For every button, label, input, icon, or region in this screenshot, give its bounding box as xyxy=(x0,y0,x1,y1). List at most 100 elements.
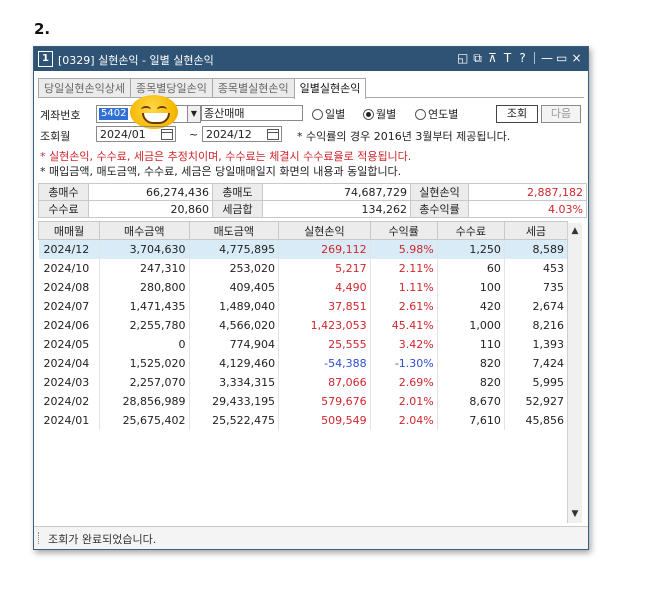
date-range-tilde: ~ xyxy=(189,128,199,141)
table-cell-tax: 2,674 xyxy=(504,297,569,316)
table-header-row: 매매월 매수금액 매도금액 실현손익 수익률 수수료 세금 xyxy=(37,221,569,240)
table-cell-fee: 820 xyxy=(437,373,505,392)
table-cell-buy: 0 xyxy=(99,335,190,354)
column-header[interactable]: 실현손익 xyxy=(278,221,371,240)
table-cell-pnl: 1,423,053 xyxy=(278,316,371,335)
tab-stock-realized[interactable]: 종목별실현손익 xyxy=(211,78,295,98)
radio-yearly[interactable]: 연도별 xyxy=(415,106,458,122)
table-cell-month: 2024/06 xyxy=(38,316,101,335)
table-cell-tax: 453 xyxy=(504,259,569,278)
vertical-scrollbar[interactable]: ▲ ▼ xyxy=(567,223,582,523)
window-number-badge: 1 xyxy=(38,51,53,67)
table-cell-rate: 5.98% xyxy=(370,239,438,259)
calendar-icon[interactable] xyxy=(267,129,279,140)
table-cell-month: 2024/10 xyxy=(38,259,101,278)
table-cell-sell: 25,522,475 xyxy=(189,411,280,430)
table-cell-rate: 1.11% xyxy=(370,278,438,297)
account-dropdown-button[interactable]: ▼ xyxy=(187,105,201,123)
table-cell-pnl: 269,112 xyxy=(278,239,371,259)
table-cell-fee: 420 xyxy=(437,297,505,316)
pin-icon[interactable]: ⊼ xyxy=(487,50,498,66)
radio-yearly-circle xyxy=(415,108,426,120)
title-bar[interactable]: 1 [0329] 실현손익 - 일별 실현손익 ◱ ⧉ ⊼ T ? — ▭ × xyxy=(34,47,588,71)
table-cell-tax: 45,856 xyxy=(504,411,569,430)
table-row[interactable]: 2024/07 1,471,435 1,489,040 37,851 2.61% 420 2… xyxy=(38,297,569,316)
table-cell-sell: 29,433,195 xyxy=(189,392,280,411)
tab-stock-daily[interactable]: 종목별당일손익 xyxy=(129,78,213,98)
table-cell-buy: 1,471,435 xyxy=(99,297,190,316)
to-date-field[interactable]: 2024/12 xyxy=(202,126,282,142)
smiley-emoji-overlay xyxy=(130,95,178,129)
table-cell-tax: 1,393 xyxy=(504,335,569,354)
table-cell-month: 2024/12 xyxy=(38,239,101,259)
table-row[interactable]: 2024/03 2,257,070 3,334,315 87,066 2.69% 820 5… xyxy=(38,373,569,392)
column-header[interactable]: 매수금액 xyxy=(99,221,190,240)
column-header[interactable]: 수익률 xyxy=(369,221,438,240)
radio-daily[interactable]: 일별 xyxy=(312,106,345,122)
help-icon[interactable]: ? xyxy=(517,50,528,66)
next-button[interactable]: 다음 xyxy=(541,105,581,123)
tab-daily-detail[interactable]: 당일실현손익상세 xyxy=(38,78,131,98)
table-cell-month: 2024/04 xyxy=(38,354,101,373)
summary-key: 수수료 xyxy=(38,200,89,218)
table-row[interactable]: 2024/01 25,675,402 25,522,475 509,549 2.04% 7… xyxy=(38,411,569,430)
column-header[interactable]: 매매월 xyxy=(37,221,101,240)
from-date-field[interactable]: 2024/01 xyxy=(96,126,176,142)
table-cell-buy: 1,525,020 xyxy=(99,354,190,373)
table-row[interactable]: 2024/06 2,255,780 4,566,020 1,423,053 45.41%… xyxy=(38,316,569,335)
scroll-down-icon[interactable]: ▼ xyxy=(568,507,582,521)
notice-estimate: * 실현손익, 수수료, 세금은 추정치이며, 수수료는 체결시 수수료율로 적… xyxy=(40,150,412,163)
table-cell-sell: 774,904 xyxy=(189,335,280,354)
column-header[interactable]: 매도금액 xyxy=(188,221,280,240)
table-row[interactable]: 2024/05 0 774,904 25,555 3.42% 110 1,393 xyxy=(38,335,569,354)
search-button[interactable]: 조회 xyxy=(496,105,538,123)
window-title: [0329] 실현손익 - 일별 실현손익 xyxy=(58,54,214,67)
from-date-value: 2024/01 xyxy=(100,128,146,141)
table-cell-rate: 2.69% xyxy=(370,373,438,392)
table-cell-rate: 3.42% xyxy=(370,335,438,354)
table-cell-sell: 4,566,020 xyxy=(189,316,280,335)
table-row[interactable]: 2024/02 28,856,989 29,433,195 579,676 2.01% 8… xyxy=(38,392,569,411)
column-header[interactable]: 수수료 xyxy=(436,221,505,240)
minimize-icon[interactable]: — xyxy=(541,50,553,66)
radio-monthly[interactable]: 월별 xyxy=(363,106,396,122)
table-row[interactable]: 2024/04 1,525,020 4,129,460 -54,388 -1.30% 82… xyxy=(38,354,569,373)
radio-monthly-label: 월별 xyxy=(376,108,397,121)
table-row[interactable]: 2024/08 280,800 409,405 4,490 1.11% 100 735 xyxy=(38,278,569,297)
period-note: * 수익률의 경우 2016년 3월부터 제공됩니다. xyxy=(297,130,511,143)
calendar-icon[interactable] xyxy=(161,129,173,140)
column-header[interactable]: 세금 xyxy=(503,221,569,240)
font-icon[interactable]: T xyxy=(502,50,513,66)
scroll-up-icon[interactable]: ▲ xyxy=(568,224,582,238)
account-name-field: 종산매매 xyxy=(201,105,303,121)
table-cell-fee: 1,000 xyxy=(437,316,505,335)
table-cell-pnl: -54,388 xyxy=(278,354,371,373)
restore-icon[interactable]: ◱ xyxy=(457,50,468,66)
table-body: 2024/12 3,704,630 4,775,895 269,112 5.98% 1,2… xyxy=(38,239,569,430)
summary-value: 20,860 xyxy=(88,200,213,218)
close-icon[interactable]: × xyxy=(571,50,582,66)
summary-key: 총매수 xyxy=(38,183,89,201)
copy-icon[interactable]: ⧉ xyxy=(472,50,483,66)
table-row[interactable]: 2024/10 247,310 253,020 5,217 2.11% 60 453 xyxy=(38,259,569,278)
notice-same-content: * 매입금액, 매도금액, 수수료, 세금은 당일매매일지 화면의 내용과 동일… xyxy=(40,165,402,178)
maximize-icon[interactable]: ▭ xyxy=(556,50,567,66)
summary-value: 66,274,436 xyxy=(88,183,213,201)
summary-value: 74,687,729 xyxy=(262,183,411,201)
title-divider xyxy=(534,52,535,64)
table-cell-fee: 110 xyxy=(437,335,505,354)
table-cell-fee: 8,670 xyxy=(437,392,505,411)
tab-daily-realized[interactable]: 일별실현손익 xyxy=(293,78,367,99)
table-cell-pnl: 509,549 xyxy=(278,411,371,430)
table-cell-buy: 3,704,630 xyxy=(99,239,190,259)
table-cell-rate: 45.41% xyxy=(370,316,438,335)
table-cell-month: 2024/07 xyxy=(38,297,101,316)
summary-value: 4.03% xyxy=(468,200,587,218)
summary-table: 총매수 66,274,436 총매도 74,687,729 실현손익 2,887… xyxy=(38,183,587,218)
summary-key: 실현손익 xyxy=(410,183,469,201)
table-cell-rate: 2.01% xyxy=(370,392,438,411)
table-cell-pnl: 5,217 xyxy=(278,259,371,278)
table-row[interactable]: 2024/12 3,704,630 4,775,895 269,112 5.98% 1,2… xyxy=(38,239,569,259)
table-cell-pnl: 37,851 xyxy=(278,297,371,316)
table-cell-buy: 247,310 xyxy=(99,259,190,278)
